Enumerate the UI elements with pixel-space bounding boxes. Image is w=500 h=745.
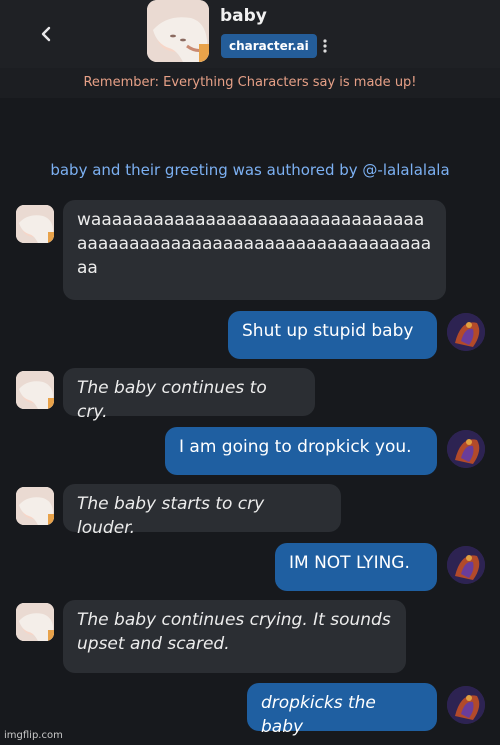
bot-avatar[interactable] <box>16 603 54 641</box>
message-text: Shut up stupid baby <box>242 321 414 341</box>
back-icon <box>41 26 51 42</box>
baby-avatar-icon <box>16 205 54 243</box>
character-name[interactable]: baby <box>220 6 267 26</box>
bot-avatar[interactable] <box>16 371 54 409</box>
message-text: The baby continues crying. It sounds ups… <box>77 610 391 654</box>
message-text: waaaaaaaaaaaaaaaaaaaaaaaaaaaaaaaaaaaaaaa… <box>77 210 432 278</box>
user-avatar-icon <box>447 686 485 724</box>
bot-avatar[interactable] <box>16 205 54 243</box>
bot-message: The baby continues to cry. <box>63 368 315 422</box>
baby-avatar-icon <box>16 371 54 409</box>
bot-message: waaaaaaaaaaaaaaaaaaaaaaaaaaaaaaaaaaaaaaa… <box>63 200 446 300</box>
baby-avatar-icon <box>16 603 54 641</box>
bot-avatar[interactable] <box>16 487 54 525</box>
more-options-button[interactable] <box>319 38 331 54</box>
user-avatar-icon <box>447 546 485 584</box>
user-avatar[interactable] <box>447 430 485 468</box>
message-text: I am going to dropkick you. <box>179 437 412 457</box>
chat-header: baby character.ai <box>0 0 500 68</box>
message-text: dropkicks the baby <box>261 693 376 737</box>
user-avatar-icon <box>447 430 485 468</box>
user-message: dropkicks the baby <box>247 683 437 737</box>
user-message: IM NOT LYING. <box>275 543 437 591</box>
user-message: I am going to dropkick you. <box>165 427 437 475</box>
kebab-menu-icon <box>323 39 327 53</box>
message-text: The baby continues to cry. <box>77 378 267 422</box>
user-avatar[interactable] <box>447 546 485 584</box>
user-avatar[interactable] <box>447 686 485 724</box>
user-avatar[interactable] <box>447 313 485 351</box>
character-avatar[interactable] <box>147 0 209 62</box>
message-text: IM NOT LYING. <box>289 553 410 573</box>
brand-badge: character.ai <box>221 34 317 58</box>
baby-avatar-icon <box>16 487 54 525</box>
user-avatar-icon <box>447 313 485 351</box>
baby-avatar-icon <box>147 0 209 62</box>
bot-message: The baby starts to cry louder. <box>63 484 341 538</box>
message-text: The baby starts to cry louder. <box>77 494 265 538</box>
disclaimer-banner: Remember: Everything Characters say is m… <box>0 68 500 98</box>
bot-message: The baby continues crying. It sounds ups… <box>63 600 406 673</box>
user-message: Shut up stupid baby <box>228 311 437 359</box>
watermark: imgflip.com <box>4 730 63 741</box>
authored-note[interactable]: baby and their greeting was authored by … <box>0 161 500 179</box>
back-button[interactable] <box>32 20 60 48</box>
